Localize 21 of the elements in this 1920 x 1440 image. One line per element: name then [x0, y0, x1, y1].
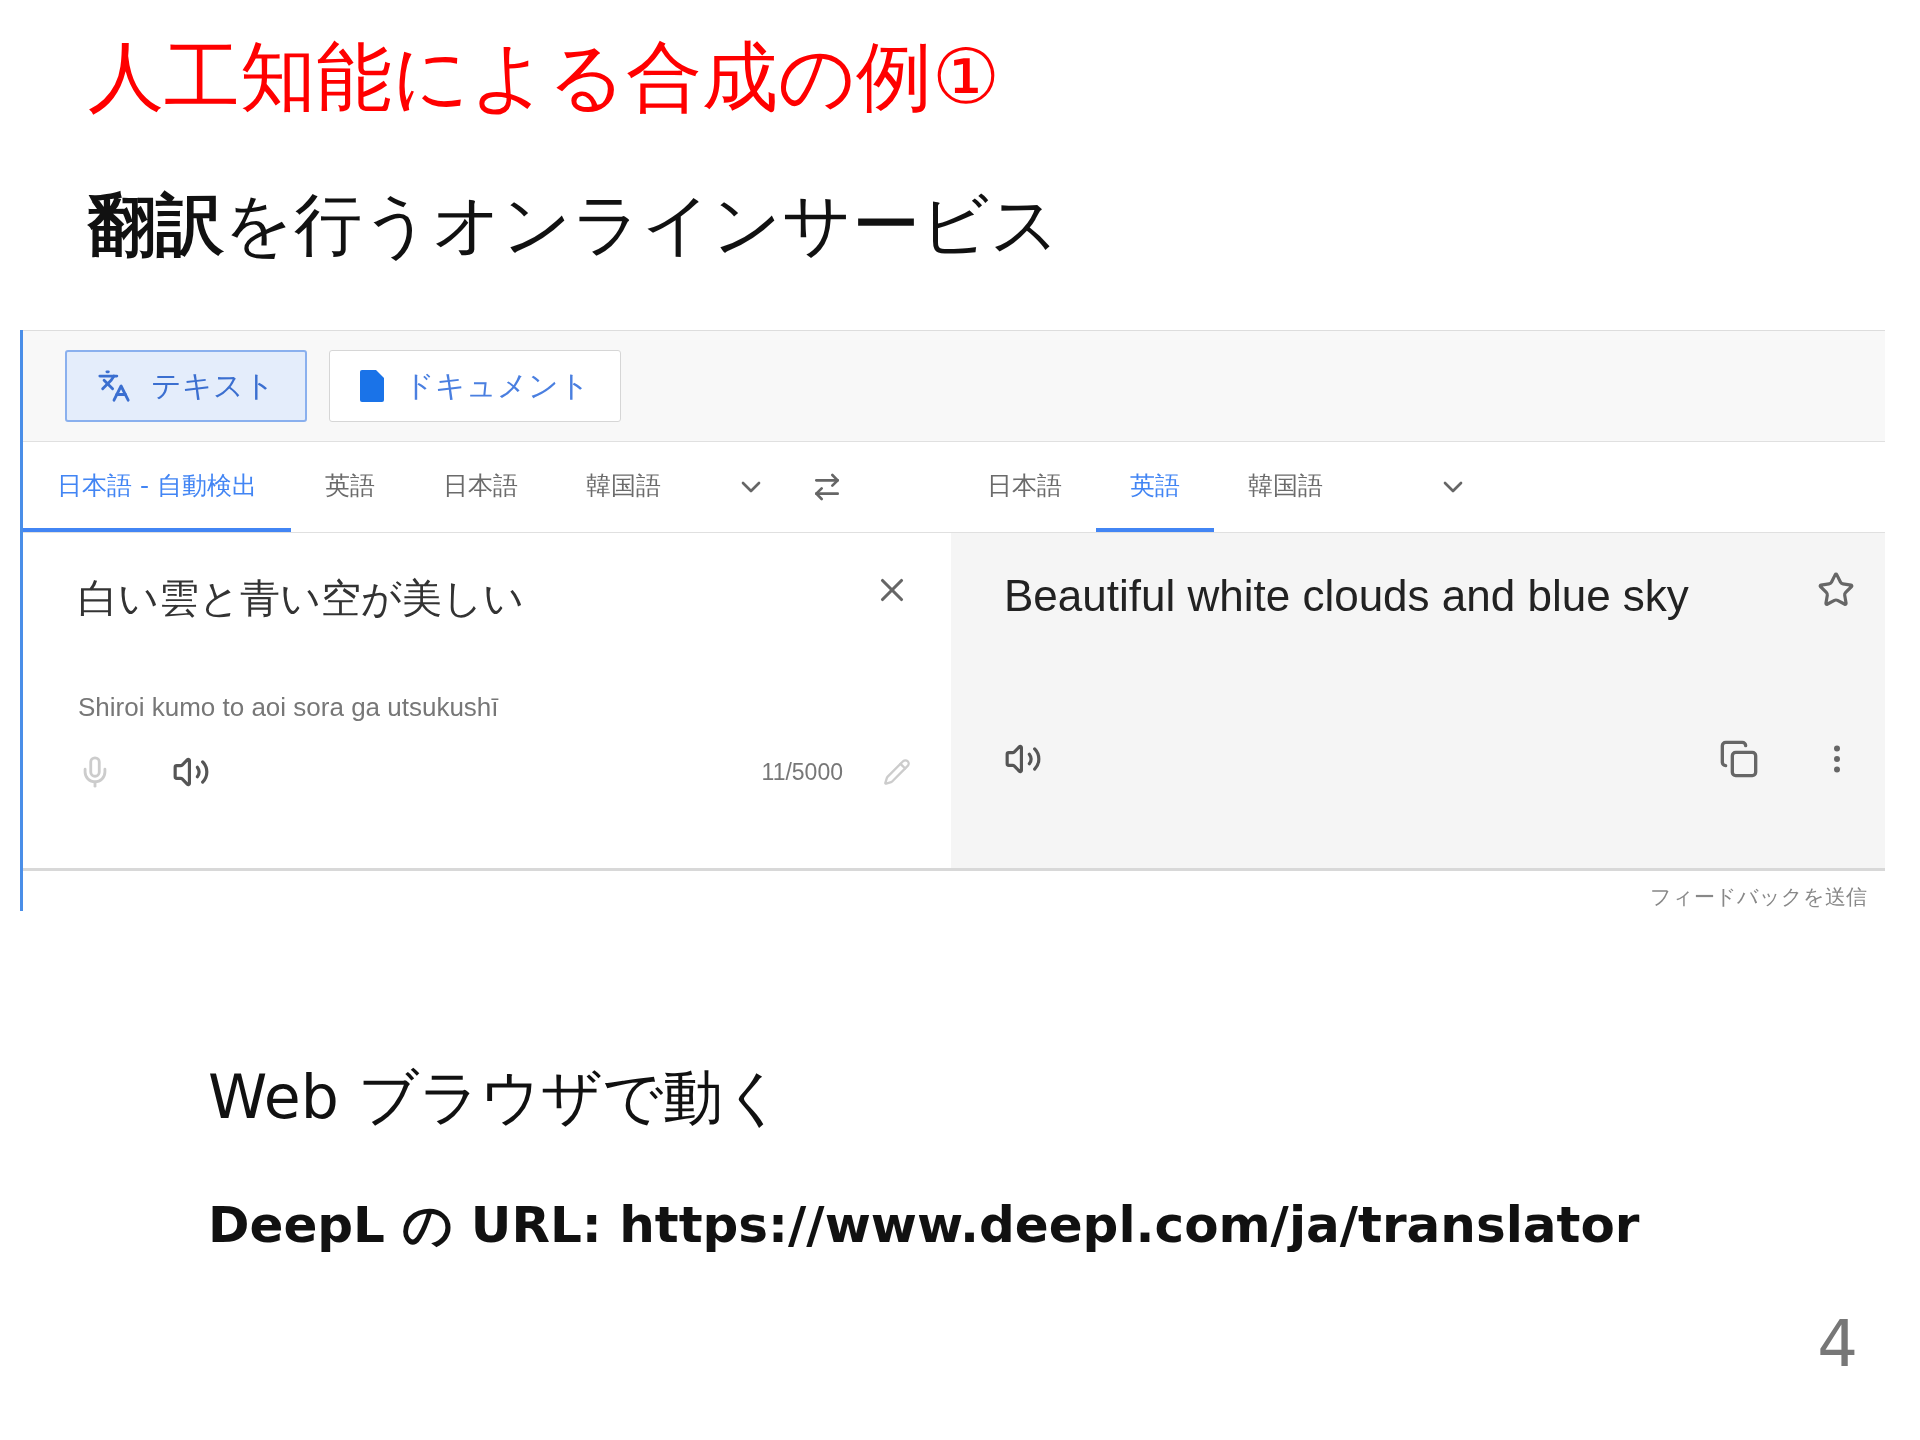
mode-button[interactable]: ドキュメント: [329, 350, 621, 422]
language-tab[interactable]: 韓国語: [551, 442, 695, 532]
translate-icon: [97, 369, 131, 403]
page-number: 4: [1817, 1307, 1858, 1381]
language-tab[interactable]: 韓国語: [1214, 442, 1357, 532]
document-icon: [360, 370, 384, 402]
note-text: DeepL の URL: https://www.deepl.com/ja/translator: [208, 1195, 1641, 1256]
slide-subtitle: 翻訳を行うオンラインサービス: [88, 184, 1061, 266]
mode-button[interactable]: テキスト: [65, 350, 307, 422]
source-text[interactable]: 白い雲と青い空が美しい: [78, 571, 524, 626]
language-tab[interactable]: 英語: [290, 442, 409, 532]
note-text: Web ブラウザで動く: [208, 1061, 785, 1133]
character-count: 11/5000: [761, 758, 843, 786]
language-tab[interactable]: 日本語: [408, 442, 552, 532]
feedback-link[interactable]: フィードバックを送信: [1650, 883, 1867, 911]
romanization-text: Shiroi kumo to aoi sora ga utsukushī: [78, 692, 500, 723]
copy-icon[interactable]: [1719, 739, 1759, 779]
translation-text: Beautiful white clouds and blue sky: [1004, 571, 1689, 621]
slide-title: 人工知能による合成の例①: [88, 31, 1002, 123]
star-icon[interactable]: [1817, 571, 1855, 609]
language-tab[interactable]: 日本語: [953, 442, 1096, 532]
